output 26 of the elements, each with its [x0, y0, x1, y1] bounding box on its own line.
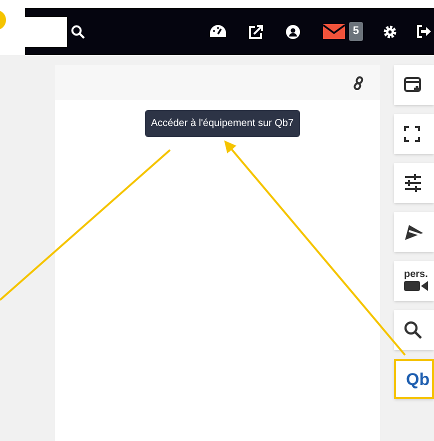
sidebar-button[interactable]: pers.	[394, 261, 434, 301]
tooltip: Accéder à l'équipement sur Qb7	[145, 110, 300, 137]
mail-icon[interactable]	[322, 24, 345, 39]
button-label: pers.	[404, 270, 428, 280]
logout-icon[interactable]	[417, 25, 431, 38]
expand-icon	[404, 126, 420, 142]
sidebar-button[interactable]	[394, 163, 434, 203]
sidebar-button[interactable]	[394, 310, 434, 350]
notification-count: 5	[348, 22, 363, 41]
search-field[interactable]	[25, 16, 67, 46]
link-icon[interactable]	[353, 76, 364, 90]
search-icon	[404, 321, 422, 339]
video-camera-icon	[404, 280, 428, 292]
sliders-icon	[404, 174, 422, 192]
sidebar-button[interactable]	[394, 212, 434, 252]
user-icon[interactable]	[286, 24, 300, 38]
search-icon[interactable]	[71, 24, 85, 38]
paper-plane-icon	[404, 223, 424, 241]
settings-icon[interactable]	[383, 24, 397, 38]
external-link-icon[interactable]	[248, 24, 263, 38]
sidebar-button[interactable]	[394, 114, 434, 154]
sidebar-button[interactable]	[394, 65, 434, 105]
qb-logo-text: Qb	[406, 370, 430, 388]
window-plus-icon	[404, 77, 422, 93]
sidebar-button[interactable]: Qb	[394, 359, 434, 399]
dashboard-icon[interactable]	[210, 25, 226, 38]
